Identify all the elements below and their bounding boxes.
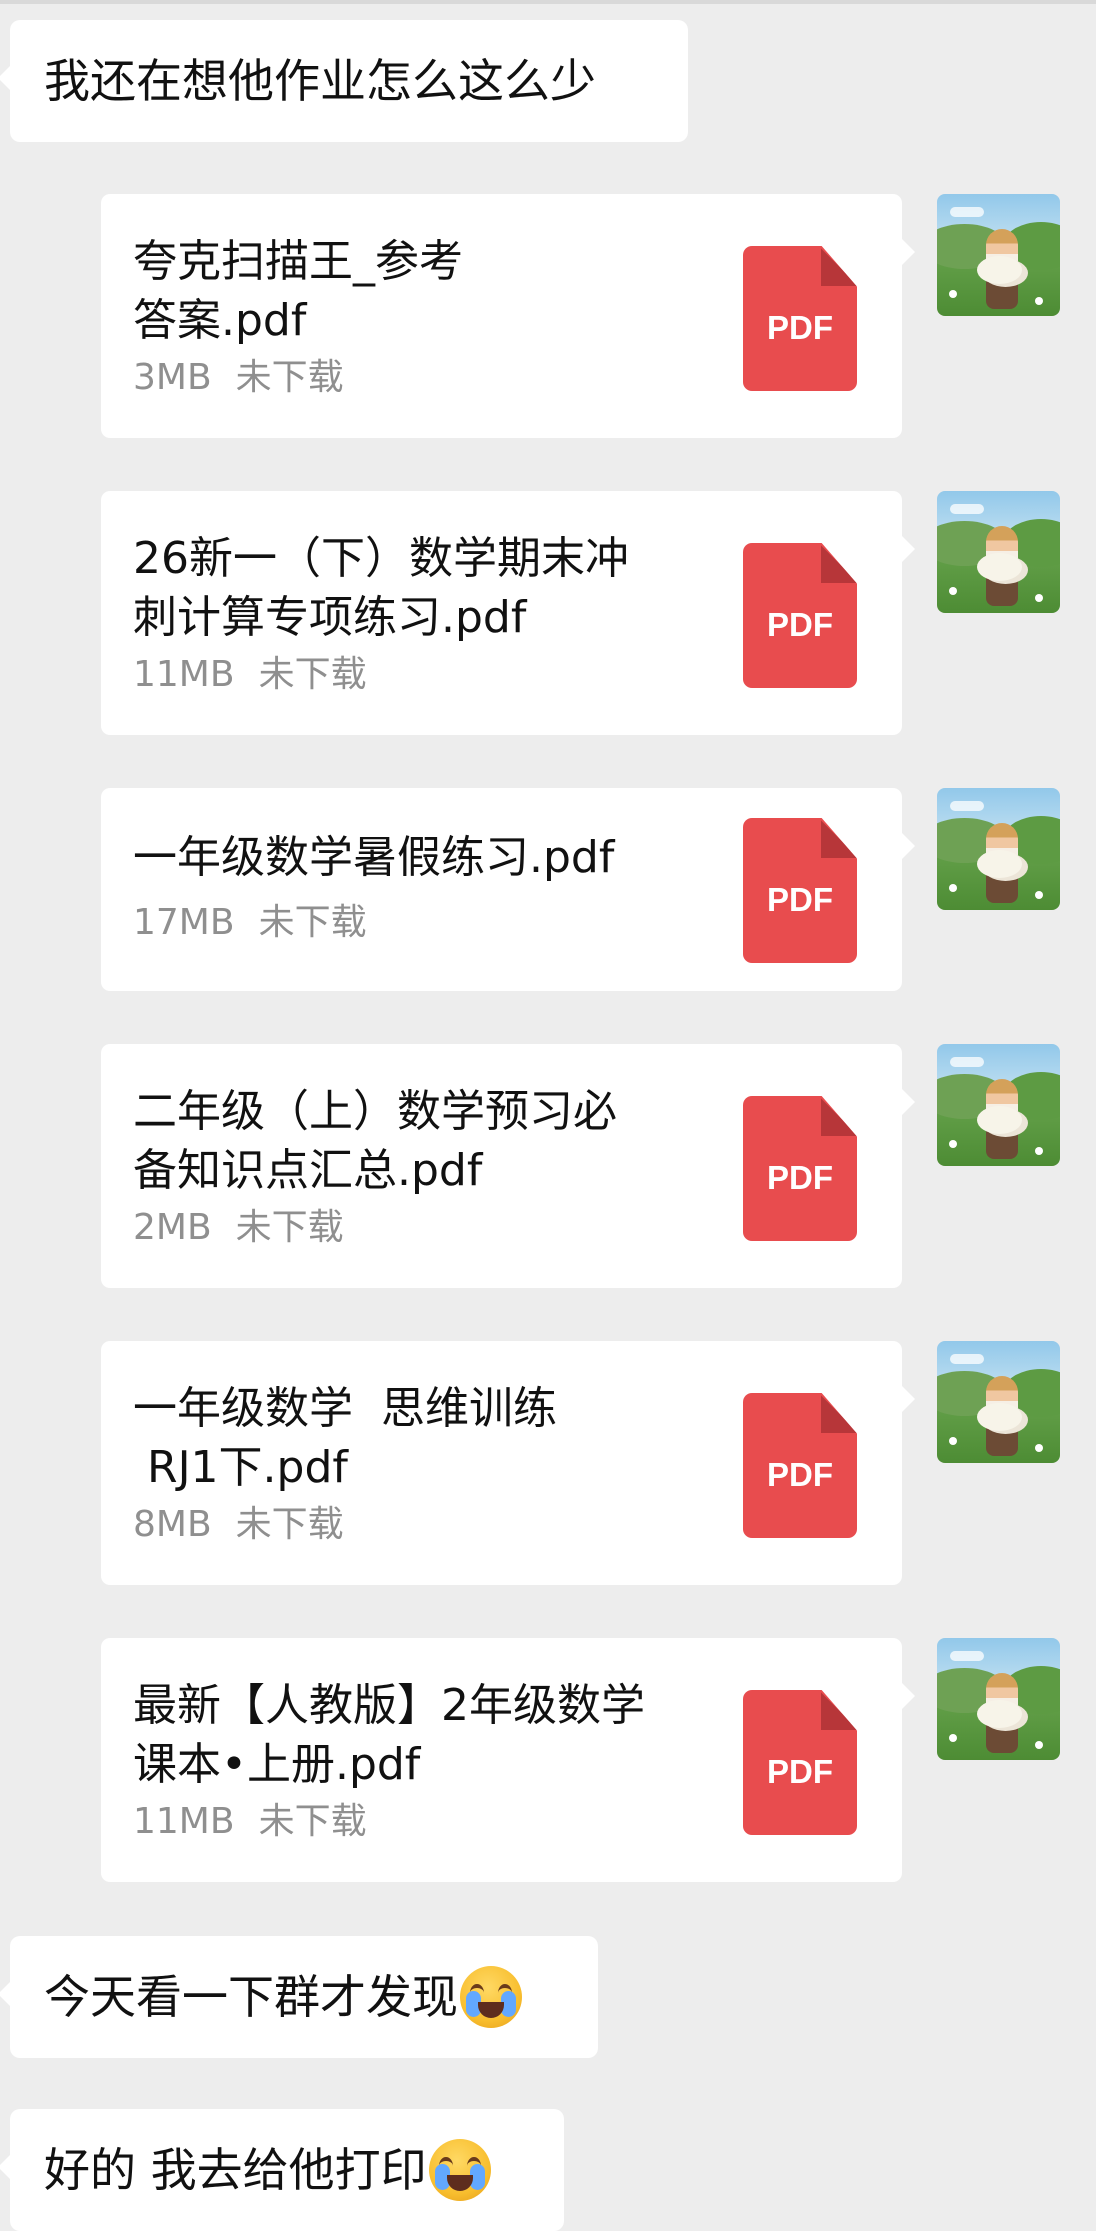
pdf-fold-icon <box>821 1393 857 1433</box>
file-message-pdf[interactable]: 一年级数学暑假练习.pdf 17MB 未下载 PDF <box>101 788 915 991</box>
file-size: 11MB <box>133 1801 235 1842</box>
pdf-icon-label: PDF <box>767 606 833 643</box>
avatar-flower <box>949 1734 957 1742</box>
file-message-pdf[interactable]: 最新【人教版】2年级数学 课本•上册.pdf 11MB 未下载 PDF <box>101 1638 915 1882</box>
file-name: 26新一（下）数学期末冲 刺计算专项练习.pdf <box>133 533 629 643</box>
download-status: 未下载 <box>258 902 367 943</box>
file-message-pdf[interactable]: 一年级数学 思维训练 RJ1下.pdf 8MB 未下载 PDF <box>101 1341 915 1585</box>
avatar-flower <box>1035 891 1043 899</box>
pdf-fold-icon <box>821 1690 857 1730</box>
pdf-icon-label: PDF <box>767 1456 833 1493</box>
file-name: 一年级数学暑假练习.pdf <box>133 832 615 883</box>
crying-face-icon <box>460 1966 522 2028</box>
avatar-flower <box>1035 1147 1043 1155</box>
avatar-cloud <box>950 1651 984 1661</box>
pdf-icon: PDF <box>743 818 857 963</box>
file-size: 3MB <box>133 357 212 398</box>
avatar-sheep <box>977 553 1022 581</box>
sender-avatar[interactable] <box>937 788 1060 910</box>
download-status: 未下载 <box>235 1504 344 1545</box>
avatar-cloud <box>950 504 984 514</box>
download-status: 未下载 <box>235 357 344 398</box>
file-meta: 11MB 未下载 <box>133 655 367 695</box>
message-text: 我还在想他作业怎么这么少 <box>44 54 596 108</box>
avatar-cloud <box>950 1354 984 1364</box>
chat-message-left[interactable]: 今天看一下群才发现 <box>0 1936 598 2058</box>
avatar-sheep <box>977 1700 1022 1728</box>
top-divider <box>0 0 1096 4</box>
sender-avatar[interactable] <box>937 1638 1060 1760</box>
sender-avatar[interactable] <box>937 194 1060 316</box>
pdf-icon: PDF <box>743 1096 857 1241</box>
file-name: 二年级（上）数学预习必 备知识点汇总.pdf <box>133 1086 617 1196</box>
avatar-cloud <box>950 207 984 217</box>
download-status: 未下载 <box>258 654 367 695</box>
pdf-fold-icon <box>821 246 857 286</box>
file-name: 一年级数学 思维训练 RJ1下.pdf <box>133 1383 557 1493</box>
pdf-icon: PDF <box>743 1393 857 1538</box>
pdf-fold-icon <box>821 1096 857 1136</box>
pdf-icon: PDF <box>743 246 857 391</box>
sender-avatar[interactable] <box>937 1044 1060 1166</box>
pdf-icon-label: PDF <box>767 1159 833 1196</box>
file-message-pdf[interactable]: 夸克扫描王_参考 答案.pdf 3MB 未下载 PDF <box>101 194 915 438</box>
avatar-sheep <box>977 1403 1022 1431</box>
file-size: 8MB <box>133 1504 212 1545</box>
pdf-icon: PDF <box>743 1690 857 1835</box>
file-size: 11MB <box>133 654 235 695</box>
pdf-icon: PDF <box>743 543 857 688</box>
file-size: 17MB <box>133 902 235 943</box>
file-message-pdf[interactable]: 26新一（下）数学期末冲 刺计算专项练习.pdf 11MB 未下载 PDF <box>101 491 915 735</box>
download-status: 未下载 <box>258 1801 367 1842</box>
avatar-flower <box>949 587 957 595</box>
chat-message-left[interactable]: 好的 我去给他打印 <box>0 2109 564 2231</box>
avatar-flower <box>949 290 957 298</box>
file-name: 夸克扫描王_参考 答案.pdf <box>133 236 463 346</box>
file-meta: 17MB 未下载 <box>133 903 367 943</box>
avatar-flower <box>949 884 957 892</box>
avatar-flower <box>949 1437 957 1445</box>
avatar-cloud <box>950 801 984 811</box>
avatar-sheep <box>977 850 1022 878</box>
file-meta: 11MB 未下载 <box>133 1802 367 1842</box>
avatar-sheep <box>977 1106 1022 1134</box>
message-text: 今天看一下群才发现 <box>44 1970 458 2024</box>
sender-avatar[interactable] <box>937 1341 1060 1463</box>
avatar-flower <box>1035 297 1043 305</box>
pdf-fold-icon <box>821 818 857 858</box>
file-meta: 3MB 未下载 <box>133 358 344 398</box>
pdf-icon-label: PDF <box>767 1753 833 1790</box>
crying-face-icon <box>428 2139 491 2201</box>
file-meta: 2MB 未下载 <box>133 1208 344 1248</box>
avatar-sheep <box>977 256 1022 284</box>
avatar-flower <box>1035 1741 1043 1749</box>
pdf-icon-label: PDF <box>767 309 833 346</box>
file-name: 最新【人教版】2年级数学 课本•上册.pdf <box>133 1680 645 1790</box>
message-text: 好的 我去给他打印 <box>44 2143 427 2197</box>
avatar-flower <box>1035 1444 1043 1452</box>
sender-avatar[interactable] <box>937 491 1060 613</box>
avatar-flower <box>1035 594 1043 602</box>
avatar-cloud <box>950 1057 984 1067</box>
file-message-pdf[interactable]: 二年级（上）数学预习必 备知识点汇总.pdf 2MB 未下载 PDF <box>101 1044 915 1288</box>
pdf-fold-icon <box>821 543 857 583</box>
file-meta: 8MB 未下载 <box>133 1505 344 1545</box>
file-size: 2MB <box>133 1207 212 1248</box>
pdf-icon-label: PDF <box>767 881 833 918</box>
download-status: 未下载 <box>235 1207 344 1248</box>
chat-message-left[interactable]: 我还在想他作业怎么这么少 <box>0 20 688 142</box>
avatar-flower <box>949 1140 957 1148</box>
